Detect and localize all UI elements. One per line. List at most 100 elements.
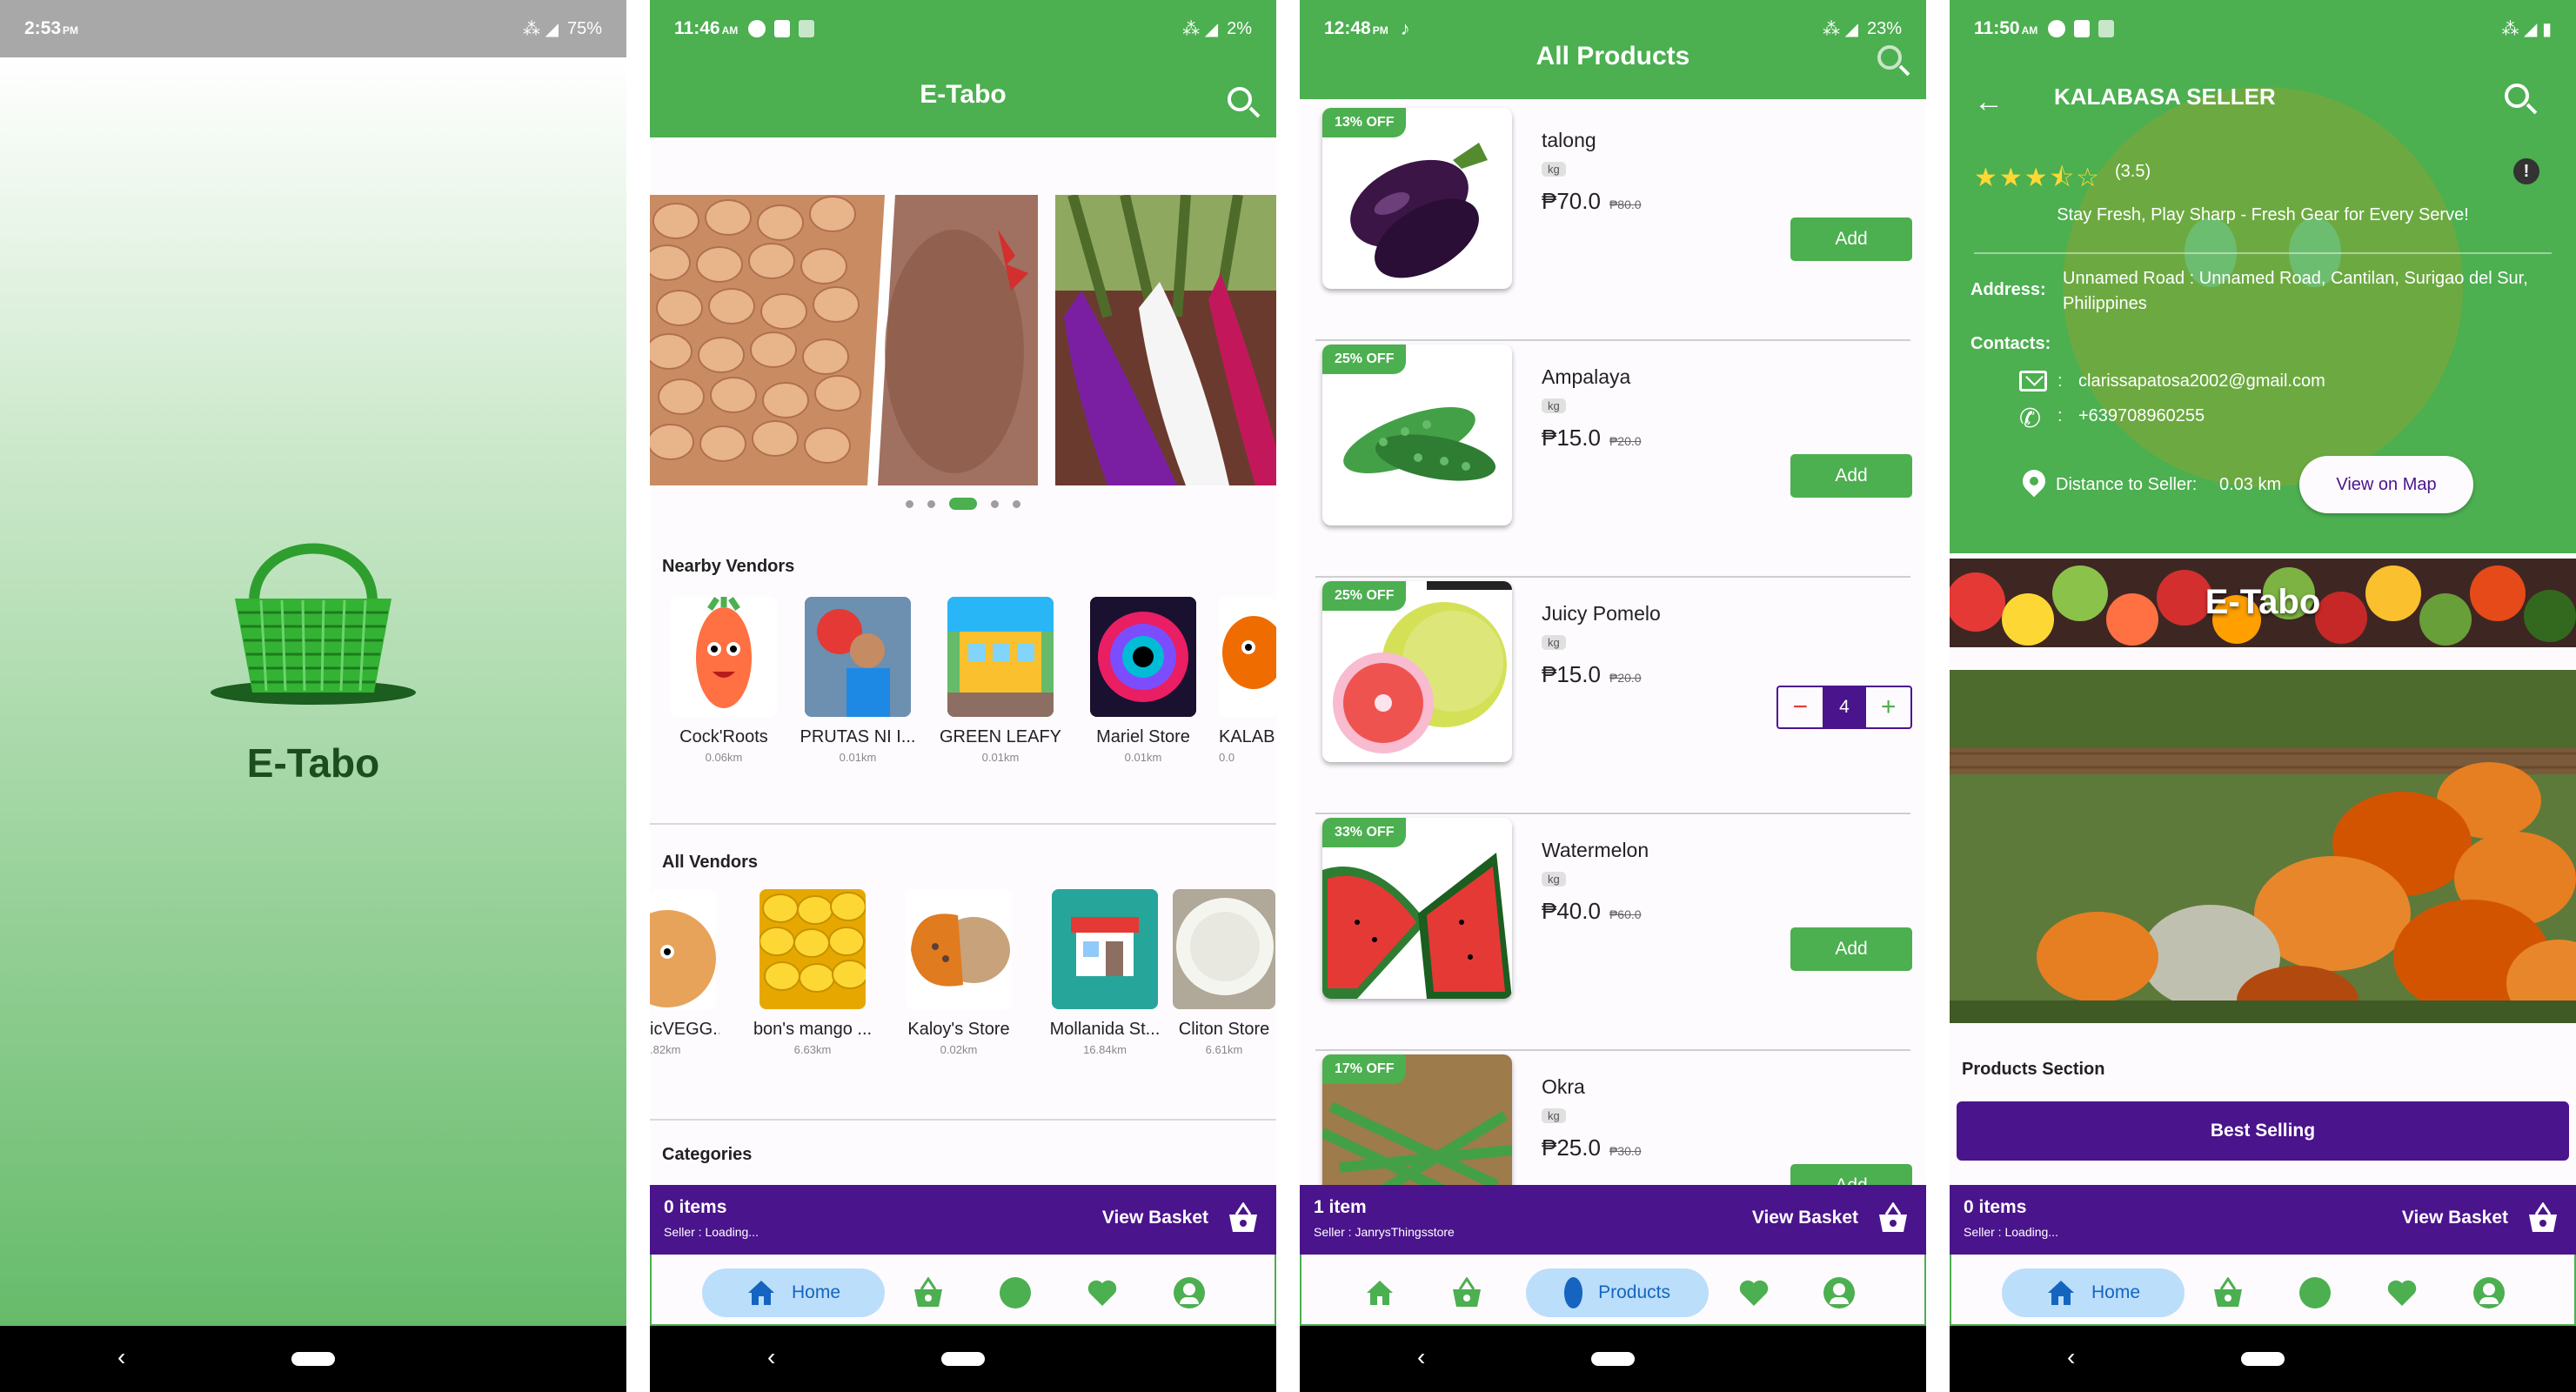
basket-icon[interactable]: [2526, 1202, 2560, 1234]
add-button[interactable]: Add: [1790, 927, 1912, 971]
colon: :: [2057, 371, 2063, 391]
colon: :: [2057, 406, 2063, 425]
vendor-card[interactable]: KALAB 0.0: [1219, 597, 1276, 764]
view-on-map-button[interactable]: View on Map: [2299, 456, 2473, 513]
system-home-pill[interactable]: [941, 1352, 985, 1366]
nav-favorites[interactable]: [2378, 1268, 2426, 1317]
star-rating: ★★★⯪☆: [1974, 164, 2102, 192]
basket-icon[interactable]: [1876, 1202, 1910, 1234]
system-home-pill[interactable]: [1591, 1352, 1635, 1366]
vendor-card[interactable]: Cliton Store 6.61km: [1172, 889, 1276, 1056]
nav-profile[interactable]: [1815, 1268, 1863, 1317]
carousel-slide-radish[interactable]: [1055, 193, 1276, 485]
nav-home[interactable]: Home: [2002, 1268, 2185, 1317]
product-card[interactable]: 25% OFF Ampalaya kg ₱15.0 ₱20.0 Add: [1315, 341, 1912, 578]
vendor-card[interactable]: Cock'Roots 0.06km: [659, 597, 789, 764]
status-time: 11:46 AM: [674, 18, 739, 38]
product-price: ₱15.0 ₱20.0: [1542, 661, 1642, 688]
add-button[interactable]: Add: [1790, 454, 1912, 498]
products-icon: [1564, 1277, 1583, 1308]
current-price: ₱15.0: [1542, 661, 1601, 687]
vendor-name: KALAB: [1219, 727, 1275, 746]
app-bar: 12:48 PM ♪ ⁂ ◢ 23% All Products: [1300, 0, 1926, 99]
carousel-slide-eggs[interactable]: [650, 195, 1038, 485]
vendor-card[interactable]: icVEGG... .82km: [650, 889, 719, 1056]
add-button[interactable]: Add: [1790, 218, 1912, 261]
carousel-dot[interactable]: [927, 499, 935, 508]
vendor-card[interactable]: Kaloy's Store 0.02km: [893, 889, 1024, 1056]
quantity-stepper[interactable]: − 4 +: [1776, 686, 1912, 729]
basket-bar[interactable]: 0 items Seller : Loading... View Basket: [650, 1185, 1276, 1255]
vendor-thumb: [906, 889, 1012, 1009]
signal-icon: ⁂ ◢: [1182, 19, 1219, 39]
products-section-title: Products Section: [1962, 1060, 2105, 1079]
search-icon[interactable]: [1228, 87, 1252, 111]
email-value[interactable]: clarissapatosa2002@gmail.com: [2078, 371, 2325, 392]
nav-products[interactable]: [991, 1268, 1040, 1317]
home-screen: 11:46 AM ⁂ ◢ 2% E-Tabo Nearby Vendors Co…: [650, 0, 1276, 1392]
view-basket-button[interactable]: View Basket: [2402, 1208, 2508, 1228]
nav-basket[interactable]: [2204, 1268, 2252, 1317]
vendor-distance: 0.0: [1219, 751, 1235, 764]
carousel-dot[interactable]: [991, 499, 999, 508]
vendor-card[interactable]: GREEN LEAFY 0.01km: [935, 597, 1066, 764]
view-basket-button[interactable]: View Basket: [1752, 1208, 1858, 1228]
vendor-card[interactable]: Mollanida St... 16.84km: [1040, 889, 1170, 1056]
basket-icon: [2214, 1277, 2242, 1307]
nav-products[interactable]: [2291, 1268, 2339, 1317]
product-card[interactable]: 13% OFF talong kg ₱70.0 ₱80.0 Add: [1315, 104, 1912, 341]
notification-icon: [2098, 20, 2115, 37]
phone-value[interactable]: +639708960255: [2078, 406, 2205, 426]
status-time: 12:48 PM: [1324, 18, 1388, 38]
nav-home-label: Home: [791, 1282, 841, 1302]
nav-basket[interactable]: [904, 1268, 953, 1317]
system-back-icon[interactable]: ‹: [2067, 1343, 2075, 1371]
current-price: ₱15.0: [1542, 425, 1601, 451]
carousel-dot[interactable]: [1013, 499, 1020, 508]
product-card[interactable]: 25% OFF Juicy Pomelo kg ₱15.0 ₱20.0 − 4 +: [1315, 578, 1912, 814]
vendor-thumb: [1090, 597, 1196, 717]
system-home-pill[interactable]: [291, 1352, 335, 1366]
mail-icon: [2019, 371, 2047, 392]
vendor-card[interactable]: PRUTAS NI I... 0.01km: [793, 597, 923, 764]
notification-icon: [774, 20, 791, 37]
nav-favorites[interactable]: [1078, 1268, 1127, 1317]
nav-home[interactable]: [1355, 1268, 1404, 1317]
product-price: ₱70.0 ₱80.0: [1542, 188, 1642, 215]
vendor-card[interactable]: bon's mango ... 6.63km: [747, 889, 878, 1056]
carousel-dot-active[interactable]: [949, 498, 977, 510]
product-card[interactable]: 33% OFF Watermelon kg ₱40.0 ₱60.0 Add: [1315, 814, 1912, 1051]
nav-basket[interactable]: [1442, 1268, 1491, 1317]
info-icon[interactable]: !: [2513, 158, 2539, 184]
nav-favorites[interactable]: [1730, 1268, 1778, 1317]
best-selling-button[interactable]: Best Selling: [1957, 1101, 2569, 1161]
basket-icon[interactable]: [1226, 1202, 1261, 1234]
profile-icon: [1823, 1277, 1855, 1308]
basket-bar[interactable]: 0 items Seller : Loading... View Basket: [1950, 1185, 2576, 1255]
system-back-icon[interactable]: ‹: [1417, 1343, 1425, 1371]
decrease-button[interactable]: −: [1778, 687, 1823, 727]
nav-home[interactable]: Home: [702, 1268, 885, 1317]
search-icon[interactable]: [1877, 45, 1902, 70]
product-unit: kg: [1542, 635, 1566, 650]
carousel-dot[interactable]: [906, 499, 913, 508]
all-vendors-list[interactable]: icVEGG... .82km bon's mango ... 6.63km K…: [650, 889, 1276, 1072]
search-icon[interactable]: [2505, 84, 2529, 108]
system-back-icon[interactable]: ‹: [767, 1343, 775, 1371]
discount-badge: 33% OFF: [1322, 818, 1407, 847]
status-bar: 2:53 PM ⁂ ◢ 75%: [0, 0, 626, 57]
view-basket-button[interactable]: View Basket: [1102, 1208, 1208, 1228]
nav-products[interactable]: Products: [1526, 1268, 1709, 1317]
system-back-icon[interactable]: ‹: [117, 1343, 125, 1371]
nav-profile[interactable]: [1165, 1268, 1214, 1317]
nav-profile[interactable]: [2465, 1268, 2513, 1317]
products-icon: [2299, 1277, 2331, 1308]
increase-button[interactable]: +: [1866, 687, 1910, 727]
back-arrow-icon[interactable]: ←: [1974, 85, 2004, 119]
battery-percent: 75%: [566, 18, 602, 38]
basket-bar[interactable]: 1 item Seller : JanrysThingsstore View B…: [1300, 1185, 1926, 1255]
signal-icon: ⁂ ◢ ▮: [2501, 19, 2553, 39]
system-home-pill[interactable]: [2241, 1352, 2285, 1366]
vendor-card[interactable]: Mariel Store 0.01km: [1078, 597, 1208, 764]
nearby-vendors-list[interactable]: Cock'Roots 0.06km PRUTAS NI I... 0.01km …: [650, 597, 1276, 780]
